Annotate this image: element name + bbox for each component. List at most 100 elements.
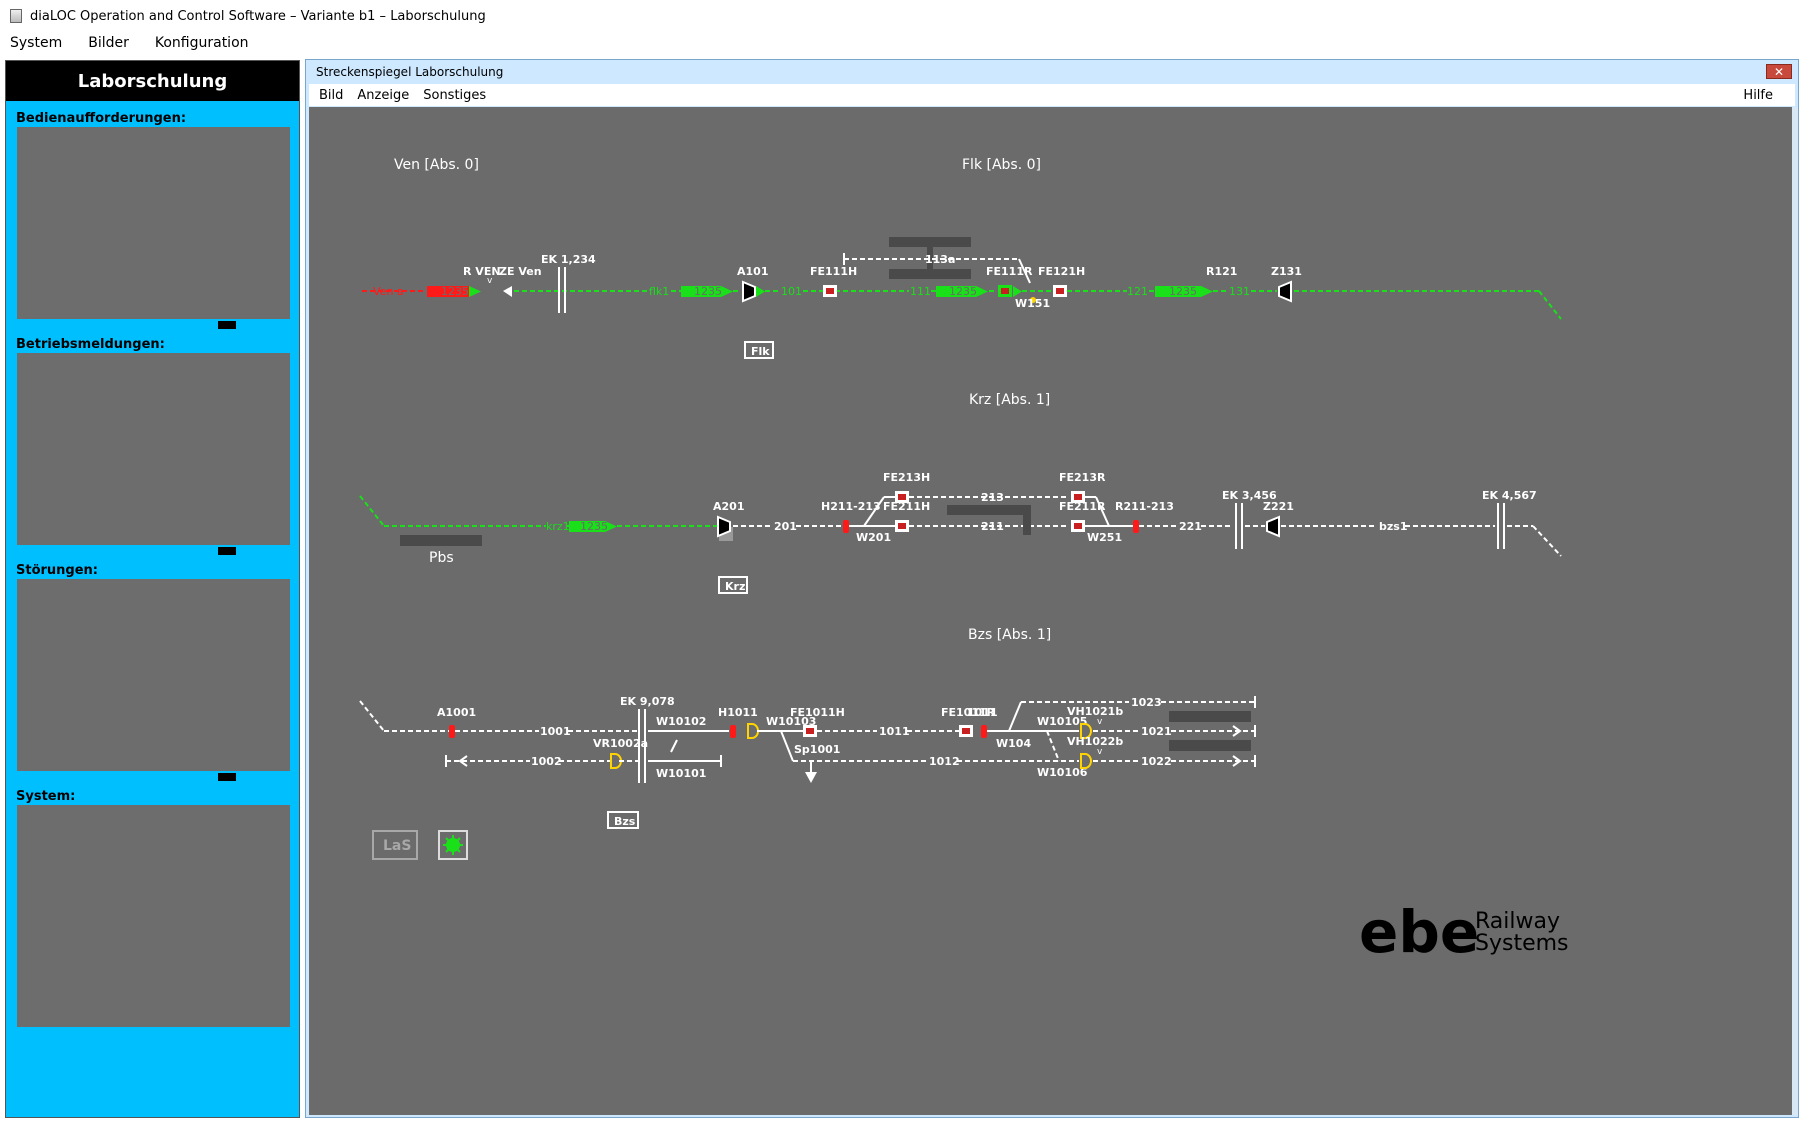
- signal-label-fe213r: FE213R: [1059, 471, 1106, 484]
- signal-h1011-icon[interactable]: [730, 725, 736, 738]
- signal-z131-icon[interactable]: [1278, 280, 1292, 303]
- track-label-sp1001: Sp1001: [794, 743, 840, 756]
- close-button[interactable]: ✕: [1766, 64, 1792, 79]
- signal-label-h211-213: H211-213: [821, 500, 881, 513]
- child-title-text: Streckenspiegel Laborschulung: [316, 65, 504, 79]
- menu-konfiguration[interactable]: Konfiguration: [155, 35, 249, 51]
- label-v: v: [487, 276, 493, 286]
- track-diagram-canvas: .lbl { fill:#fff; font-size:11px; font-w…: [309, 107, 1795, 1115]
- message-box-betriebsmeldungen[interactable]: [17, 353, 290, 555]
- platform: [889, 269, 971, 279]
- switch-w104[interactable]: [1008, 701, 1022, 732]
- window-title: diaLOC Operation and Control Software – …: [30, 8, 486, 24]
- train-number: 1235: [949, 285, 977, 298]
- resize-handle[interactable]: [218, 321, 236, 329]
- label-pbs: Pbs: [429, 550, 454, 566]
- signal-label-fe213h: FE213H: [883, 471, 930, 484]
- signal-h211-213-icon[interactable]: [843, 520, 849, 533]
- signal-label-fe111h: FE111H: [810, 265, 857, 278]
- signal-vorsignal-icon[interactable]: [747, 723, 759, 739]
- message-box-stoerungen[interactable]: [17, 579, 290, 781]
- section-title-bedienaufforderungen: Bedienaufforderungen:: [16, 111, 187, 126]
- track-label-221: 221: [1179, 520, 1202, 533]
- signal-r211-213-icon[interactable]: [1133, 520, 1139, 533]
- station-label-krz: Krz [Abs. 1]: [969, 392, 1050, 408]
- signal-a101-icon[interactable]: [742, 280, 756, 303]
- platform: [1169, 711, 1251, 722]
- direction-arrow: [976, 286, 988, 297]
- track-label-201: 201: [774, 520, 797, 533]
- track-label-1022: 1022: [1141, 755, 1172, 768]
- train-number: 1235: [1169, 285, 1197, 298]
- las-label: LaS: [383, 838, 411, 854]
- signal-z221-icon[interactable]: [1266, 515, 1280, 538]
- level-crossing-label: EK 4,567: [1482, 489, 1537, 502]
- direction-arrow: [469, 286, 481, 297]
- track-label-1021: 1021: [1141, 725, 1172, 738]
- signal-label-a1001: A1001: [437, 706, 476, 719]
- signal-label-r-ven: R VEN: [463, 265, 501, 278]
- message-panel: Laborschulung Bedienaufforderungen: Betr…: [5, 60, 300, 1118]
- main-menubar: System Bilder Konfiguration: [0, 32, 1800, 54]
- app-window: diaLOC Operation and Control Software – …: [0, 0, 1800, 1123]
- track-label-1011: 1011: [879, 725, 910, 738]
- train-number: 1235: [441, 285, 469, 298]
- message-box-system[interactable]: [17, 805, 290, 1027]
- message-box-bedienaufforderungen[interactable]: [17, 127, 290, 329]
- menu-anzeige[interactable]: Anzeige: [357, 88, 409, 103]
- train-number: 1235: [694, 285, 722, 298]
- status-light-rays: [443, 835, 463, 855]
- menu-system[interactable]: System: [10, 35, 62, 51]
- signal-label-a101: A101: [737, 265, 768, 278]
- platform: [947, 505, 1029, 515]
- signal-a1001-icon[interactable]: [449, 725, 455, 738]
- logo-text-systems: Systems: [1475, 931, 1569, 956]
- signal-lamp: [1001, 288, 1009, 294]
- signal-label-r211-213: R211-213: [1115, 500, 1174, 513]
- label-v: v: [1097, 717, 1103, 727]
- signal-r1011-icon[interactable]: [981, 725, 987, 738]
- switch-label-w251: W251: [1087, 531, 1122, 544]
- signal-label-fe211r: FE211R: [1059, 500, 1106, 513]
- signal-label-r121: R121: [1206, 265, 1237, 278]
- station-label-ven: Ven [Abs. 0]: [394, 157, 479, 173]
- section-title-betriebsmeldungen: Betriebsmeldungen:: [16, 337, 165, 352]
- ze-ven-arrow-icon[interactable]: [503, 286, 512, 297]
- switch-w10102[interactable]: [670, 739, 678, 753]
- direction-arrow: [756, 286, 765, 297]
- signal-lamp: [898, 523, 906, 529]
- track-label-bzs1: bzs1: [1379, 520, 1407, 533]
- menu-bild[interactable]: Bild: [319, 88, 343, 103]
- signal-label-vh1021b: VH1021b: [1067, 705, 1123, 718]
- switch-label-w104: W104: [996, 737, 1031, 750]
- track-label-121: 121: [1127, 285, 1148, 298]
- menu-sonstiges[interactable]: Sonstiges: [423, 88, 486, 103]
- switch-w10103[interactable]: [780, 730, 794, 762]
- signal-label-z221: Z221: [1263, 500, 1294, 513]
- platform: [1023, 505, 1031, 535]
- signal-lamp: [962, 728, 970, 734]
- track-label-1001: 1001: [540, 725, 571, 738]
- switch-w10105[interactable]: [1046, 730, 1060, 762]
- station-box-label-bzs: Bzs: [614, 815, 636, 828]
- signal-label-fe1011h: FE1011H: [790, 706, 845, 719]
- signal-lamp: [826, 288, 834, 294]
- menu-hilfe[interactable]: Hilfe: [1743, 88, 1773, 103]
- station-label-flk: Flk [Abs. 0]: [962, 157, 1041, 173]
- window-titlebar: diaLOC Operation and Control Software – …: [0, 0, 1800, 32]
- track-segment: [1532, 525, 1562, 557]
- child-window-title: Streckenspiegel Laborschulung: [306, 60, 1798, 84]
- streckenspiegel-window: Streckenspiegel Laborschulung ✕ Bild Anz…: [305, 59, 1799, 1118]
- resize-handle[interactable]: [218, 773, 236, 781]
- track-label-1002: 1002: [531, 755, 562, 768]
- sp1001-arrow-icon: [805, 772, 817, 783]
- track-diagram: .lbl { fill:#fff; font-size:11px; font-w…: [359, 157, 1569, 966]
- vertical-scrollbar[interactable]: [1792, 107, 1798, 1115]
- platform: [889, 237, 971, 247]
- station-box-label-krz: Krz: [725, 580, 745, 593]
- menu-bilder[interactable]: Bilder: [88, 35, 129, 51]
- signal-label-fe121h: FE121H: [1038, 265, 1085, 278]
- switch-label-w151: W151: [1015, 297, 1050, 310]
- signal-label-z131: Z131: [1271, 265, 1302, 278]
- resize-handle[interactable]: [218, 547, 236, 555]
